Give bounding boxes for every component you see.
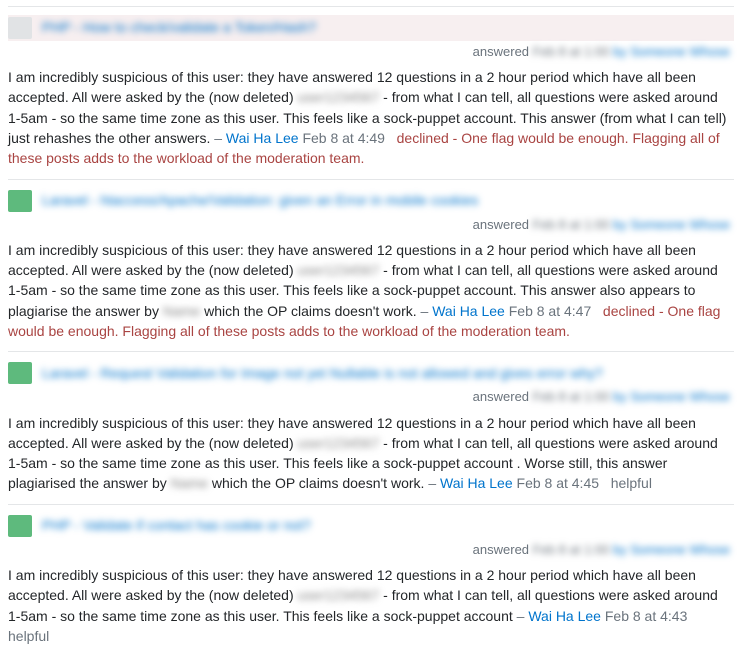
answered-date: Feb 8 at 1:00 (533, 44, 610, 59)
answered-user-link[interactable]: by Someone Whose (613, 389, 730, 404)
comment-text: which the OP claims doesn't work. (208, 475, 424, 491)
flag-comment: I am incredibly suspicious of this user:… (8, 67, 734, 168)
flag-comment: I am incredibly suspicious of this user:… (8, 413, 734, 494)
question-title-link[interactable]: Laravel - Request Validation for Image n… (42, 364, 603, 384)
title-row[interactable]: Laravel - Request Validation for Image n… (8, 360, 734, 386)
comment-author-link[interactable]: Wai Ha Lee (440, 475, 513, 491)
dash: – (428, 475, 436, 491)
comment-timestamp: Feb 8 at 4:45 (517, 475, 600, 491)
answered-label: answered (473, 217, 529, 232)
title-row[interactable]: PHP - How to check/validate a Token/Hash… (8, 15, 734, 41)
score-badge-accepted (8, 362, 32, 384)
score-badge-accepted (8, 515, 32, 537)
answer-meta: answered Feb 8 at 1:00 by Someone Whose (8, 539, 734, 565)
dash: – (214, 130, 222, 146)
question-title-link[interactable]: PHP - Validate if contact has cookie or … (42, 516, 311, 536)
answered-user-link[interactable]: by Someone Whose (613, 44, 730, 59)
answered-label: answered (473, 542, 529, 557)
answered-label: answered (473, 44, 529, 59)
flag-comment: I am incredibly suspicious of this user:… (8, 240, 734, 341)
redacted-user: Name (171, 475, 208, 491)
comment-author-link[interactable]: Wai Ha Lee (432, 303, 505, 319)
dash: – (517, 608, 525, 624)
flag-entry: PHP - Validate if contact has cookie or … (8, 504, 734, 656)
flag-entry: Laravel - Request Validation for Image n… (8, 351, 734, 503)
flag-entry: PHP - How to check/validate a Token/Hash… (8, 6, 734, 179)
score-badge-accepted (8, 190, 32, 212)
redacted-user: user1234567 (298, 587, 380, 603)
redacted-user: Name (163, 303, 200, 319)
comment-author-link[interactable]: Wai Ha Lee (528, 608, 601, 624)
comment-timestamp: Feb 8 at 4:47 (509, 303, 592, 319)
question-title-link[interactable]: PHP - How to check/validate a Token/Hash… (42, 18, 316, 38)
flag-result-helpful: helpful (611, 475, 652, 491)
answered-user-link[interactable]: by Someone Whose (613, 217, 730, 232)
flag-comment: I am incredibly suspicious of this user:… (8, 565, 734, 646)
answered-label: answered (473, 389, 529, 404)
question-title-link[interactable]: Laravel - htaccess/Apache/Validation: gi… (42, 191, 478, 211)
comment-author-link[interactable]: Wai Ha Lee (226, 130, 299, 146)
answered-date: Feb 8 at 1:00 (533, 542, 610, 557)
redacted-user: user1234567 (298, 262, 380, 278)
dash: – (421, 303, 429, 319)
answered-user-link[interactable]: by Someone Whose (613, 542, 730, 557)
redacted-user: user1234567 (298, 89, 380, 105)
answer-meta: answered Feb 8 at 1:00 by Someone Whose (8, 41, 734, 67)
answered-date: Feb 8 at 1:00 (533, 389, 610, 404)
flag-entry: Laravel - htaccess/Apache/Validation: gi… (8, 179, 734, 352)
score-badge (8, 17, 32, 39)
answered-date: Feb 8 at 1:00 (533, 217, 610, 232)
answer-meta: answered Feb 8 at 1:00 by Someone Whose (8, 386, 734, 412)
redacted-user: user1234567 (298, 435, 380, 451)
comment-timestamp: Feb 8 at 4:49 (302, 130, 385, 146)
title-row[interactable]: Laravel - htaccess/Apache/Validation: gi… (8, 188, 734, 214)
answer-meta: answered Feb 8 at 1:00 by Someone Whose (8, 214, 734, 240)
flag-result-helpful: helpful (8, 628, 49, 644)
comment-text: which the OP claims doesn't work. (200, 303, 416, 319)
comment-timestamp: Feb 8 at 4:43 (605, 608, 688, 624)
title-row[interactable]: PHP - Validate if contact has cookie or … (8, 513, 734, 539)
